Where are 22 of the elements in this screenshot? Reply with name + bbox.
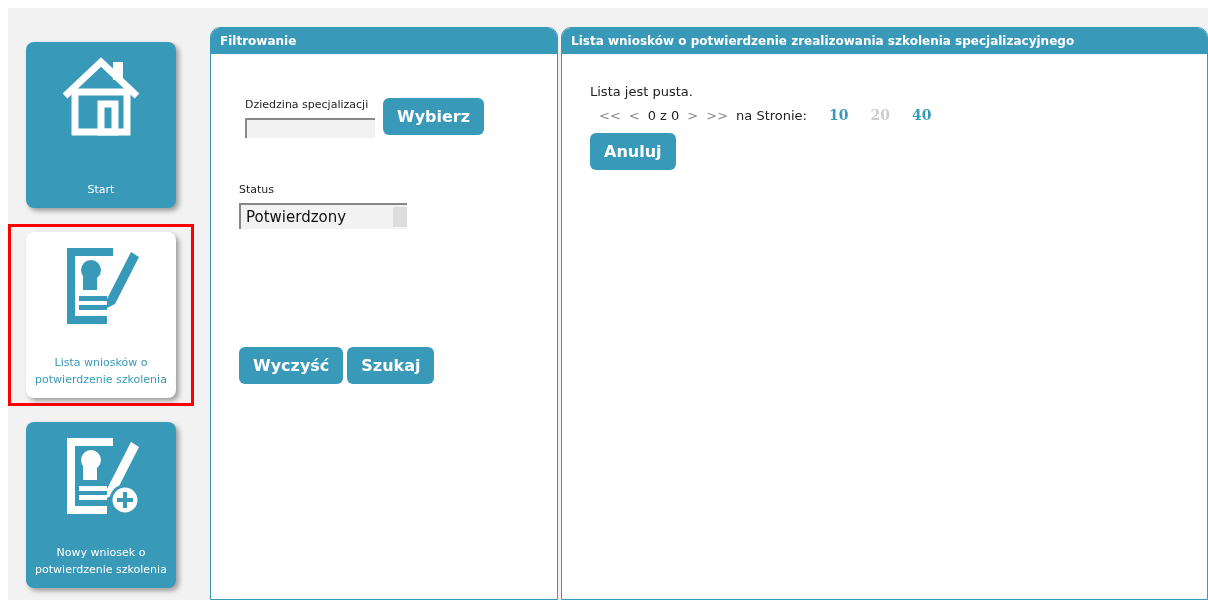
- empty-message: Lista jest pusta.: [590, 84, 694, 99]
- previous-page-link[interactable]: <: [628, 107, 640, 123]
- input-field[interactable]: [245, 118, 375, 138]
- choose-button[interactable]: Wybierz: [383, 98, 485, 135]
- first-page-link[interactable]: <<: [599, 107, 621, 123]
- sidebar-tile[interactable]: Nowy wniosek o potwierdzenie szkolenia: [26, 422, 176, 588]
- page-position: 0 z 0: [647, 107, 680, 123]
- cancel-button[interactable]: Anuluj: [590, 133, 676, 170]
- sidebar-tile[interactable]: Lista wniosków o potwierdzenie szkolenia: [26, 232, 176, 398]
- action-button[interactable]: Szukaj: [347, 347, 435, 384]
- sidebar-tile[interactable]: Start: [26, 42, 176, 208]
- action-button[interactable]: Wyczyść: [239, 347, 344, 384]
- panel-title: Lista wniosków o potwierdzenie zrealizowania szkolenia specjalizacyjnego: [562, 28, 1207, 54]
- field-label: Dziedzina specjalizacji: [245, 98, 370, 111]
- panel-title: Filtrowanie: [211, 28, 557, 54]
- next-page-link[interactable]: >: [687, 107, 699, 123]
- per-page-label: na Stronie:: [736, 107, 807, 123]
- page-size-link[interactable]: 40: [911, 107, 932, 123]
- last-page-link[interactable]: >>: [706, 107, 729, 123]
- field-label: Status: [239, 183, 276, 196]
- status-dropdown[interactable]: Potwierdzony: [239, 203, 407, 229]
- page-size-link[interactable]: 10: [829, 107, 849, 123]
